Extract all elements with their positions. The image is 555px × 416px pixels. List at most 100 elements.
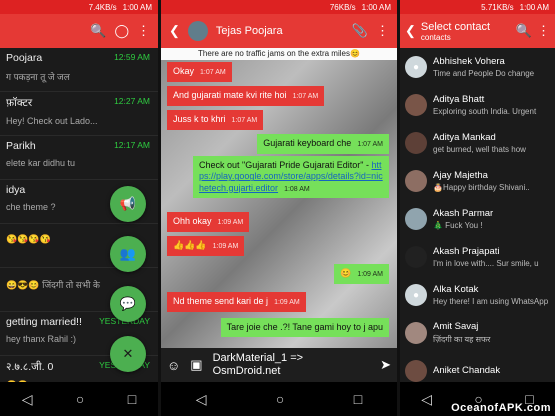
more-options-icon[interactable]: ⋮ [137,23,150,39]
contact-item[interactable]: Amit Savaj ज़िंदगी का यह सफर [400,314,555,352]
message-text: 😊 [340,268,352,278]
status-bar: 76KB/s 1:00 AM [161,0,397,14]
back-arrow-icon[interactable]: ❮ [169,23,180,39]
home-nav-icon[interactable]: ○ [76,391,84,407]
contact-name: Amit Savaj [433,321,479,332]
net-speed: 76KB/s [329,2,356,12]
status-time: 1:00 AM [122,2,152,12]
page-title: Select contact [420,20,490,33]
avatar[interactable] [187,21,208,41]
chat-list-screen: 7.4KB/s 1:00 AM 🔍 ◯ ⋮ Poojara ग पकड़ना तू… [0,0,158,416]
avatar [405,208,427,230]
message-input-bar: ☺ ▣ DarkMaterial_1 => OsmDroid.net ➤ [161,348,397,382]
app-bar: ❮ Select contact contacts 🔍 ⋮ [400,14,555,48]
chat-preview: ग पकड़ना तू जे जल [6,72,70,82]
contact-status: 🎄 Fuck You ! [433,221,483,230]
contact-item[interactable]: Aditya Mankad get burned, well thats how [400,124,555,162]
close-fab[interactable]: ✕ [110,336,146,372]
more-options-icon[interactable]: ⋮ [376,23,389,39]
message-text: Ohh okay [173,216,212,226]
status-time: 1:00 AM [361,2,391,12]
nav-bar: ◁ ○ □ [0,382,158,416]
search-icon[interactable]: 🔍 [90,23,106,39]
message-bubble[interactable]: Ohh okay 1:09 AM [167,212,250,232]
app-bar: ❮ Tejas Poojara 📎 ⋮ [161,14,397,48]
image-icon[interactable]: ▣ [190,357,202,373]
back-nav-icon[interactable]: ◁ [22,391,33,408]
app-bar: 🔍 ◯ ⋮ [0,14,158,48]
contact-count: contacts [420,32,451,42]
close-icon: ✕ [122,346,134,361]
avatar: ● [405,284,427,306]
contact-item[interactable]: Aditya Bhatt Exploring south India. Urgen… [400,86,555,124]
message-time: 1:09 AM [274,299,300,306]
contact-item[interactable]: Ajay Majetha 🎂Happy birthday Shivani.. [400,162,555,200]
message-bubble[interactable]: Juss k to khri 1:07 AM [167,110,264,130]
message-text: Nd theme send kari de j [173,296,269,306]
message-bubble[interactable]: And gujarati mate kvi rite hoi 1:07 AM [167,86,325,106]
attach-icon[interactable]: 📎 [352,23,368,39]
back-arrow-icon[interactable]: ❮ [405,23,416,39]
message-bubble[interactable]: Nd theme send kari de j 1:09 AM [167,292,306,312]
chat-item[interactable]: Poojara ग पकड़ना तू जे जल 12:59 AM [0,48,158,92]
message-bubble[interactable]: Tare joie che .?! Tane gami hoy to j apu [220,318,389,338]
broadcast-fab[interactable]: 📢 [110,186,146,222]
recents-nav-icon[interactable]: □ [354,391,362,407]
message-bubble[interactable]: Gujarati keyboard che 1:07 AM [257,134,389,154]
message-bubble[interactable]: 😊 1:09 AM [334,264,389,284]
title-block: Select contact contacts [421,21,511,42]
contact-status: I'm in love with.... Sur smile, u [433,259,539,268]
message-time: 1:07 AM [231,117,258,124]
recents-nav-icon[interactable]: □ [128,391,136,407]
status-time: 1:00 AM [519,2,549,12]
contact-item[interactable]: Akash Prajapati I'm in love with.... Sur … [400,238,555,276]
message-time: 1:07 AM [292,93,319,100]
chat-time: 12:59 AM [114,52,150,62]
chat-item[interactable]: Parikh elete kar didhu tu 12:17 AM [0,136,158,180]
contact-name[interactable]: Tejas Poojara [216,25,344,37]
contact-status: Time and People Do change [433,69,535,78]
contact-name: Alka Kotak [433,284,479,295]
contact-item[interactable]: ● Alka Kotak Hey there! I am using WhatsAp… [400,276,555,314]
message-bubble[interactable]: Okay 1:07 AM [167,62,232,82]
status-bar: 5.71KB/s 1:00 AM [400,0,555,14]
message-time: 1:07 AM [200,69,226,76]
back-nav-icon[interactable]: ◁ [196,391,207,408]
emoji-icon[interactable]: ☺ [167,358,180,373]
message-text: And gujarati mate kvi rite hoi [173,90,287,100]
message-text: Gujarati keyboard che [263,138,352,148]
send-icon[interactable]: ➤ [380,357,391,373]
contact-name: Aditya Bhatt [433,94,485,105]
contact-name: Akash Prajapati [433,246,500,257]
chat-item[interactable]: फ़ॉक्टर Hey! Check out Lado... 12:27 AM [0,92,158,136]
contact-status: 🎂Happy birthday Shivani.. [433,183,530,192]
home-nav-icon[interactable]: ○ [276,391,284,407]
new-group-fab[interactable]: 👥 [110,236,146,272]
conversation-screen: 76KB/s 1:00 AM ❮ Tejas Poojara 📎 ⋮ There… [161,0,397,416]
contact-list: ● Abhishek Vohera Time and People Do chang… [400,48,555,382]
message-bubble[interactable]: Check out "Gujarati Pride Gujarati Edito… [193,156,389,199]
new-chat-fab[interactable]: 💬 [110,286,146,322]
avatar: ● [405,56,427,78]
message-time: 1:09 AM [357,271,383,278]
more-options-icon[interactable]: ⋮ [537,23,550,39]
avatar [405,246,427,268]
chat-time: 12:17 AM [114,140,150,150]
contact-item[interactable]: Akash Parmar 🎄 Fuck You ! [400,200,555,238]
contact-name: Aditya Mankad [433,132,496,143]
chat-icon: 💬 [119,296,137,311]
net-speed: 7.4KB/s [88,2,117,12]
contact-item[interactable]: ● Abhishek Vohera Time and People Do chang… [400,48,555,86]
search-icon[interactable]: 🔍 [516,23,532,39]
contact-name: Abhishek Vohera [433,56,505,67]
message-input[interactable]: DarkMaterial_1 => OsmDroid.net [213,352,371,377]
message-time: 1:09 AM [212,243,239,250]
message-time: 1:07 AM [357,141,383,148]
status-icon[interactable]: ◯ [114,23,129,39]
megaphone-icon: 📢 [119,196,137,211]
status-bar: 7.4KB/s 1:00 AM [0,0,158,14]
contact-name: Akash Parmar [433,208,494,219]
back-nav-icon[interactable]: ◁ [421,391,432,408]
message-bubble[interactable]: 👍👍👍 1:09 AM [167,236,245,256]
avatar [405,322,427,344]
